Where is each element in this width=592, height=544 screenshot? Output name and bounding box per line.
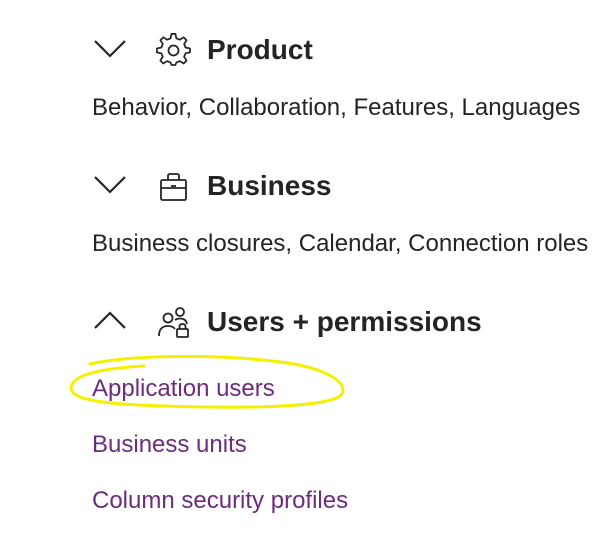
users-lock-icon <box>158 307 189 338</box>
section-title-users-permissions: Users + permissions <box>207 306 482 337</box>
section-title-business: Business <box>207 170 332 201</box>
chevron-down-icon[interactable] <box>92 36 128 64</box>
briefcase-icon <box>160 173 187 201</box>
settings-page: Product Behavior, Collaboration, Feature… <box>0 0 592 544</box>
chevron-up-icon[interactable] <box>92 306 128 334</box>
section-description-business: Business closures, Calendar, Connection … <box>92 230 589 257</box>
section-description-product: Behavior, Collaboration, Features, Langu… <box>92 94 581 121</box>
section-header-users-permissions[interactable]: Users + permissions <box>0 300 592 348</box>
section-header-business[interactable]: Business <box>0 164 592 212</box>
section-header-product[interactable]: Product <box>0 28 592 76</box>
link-application-users[interactable]: Application users <box>92 373 275 405</box>
chevron-down-icon[interactable] <box>92 172 128 200</box>
link-business-units[interactable]: Business units <box>92 429 247 461</box>
section-title-product: Product <box>207 34 313 65</box>
gear-icon <box>156 33 191 66</box>
link-column-security-profiles[interactable]: Column security profiles <box>92 485 348 517</box>
